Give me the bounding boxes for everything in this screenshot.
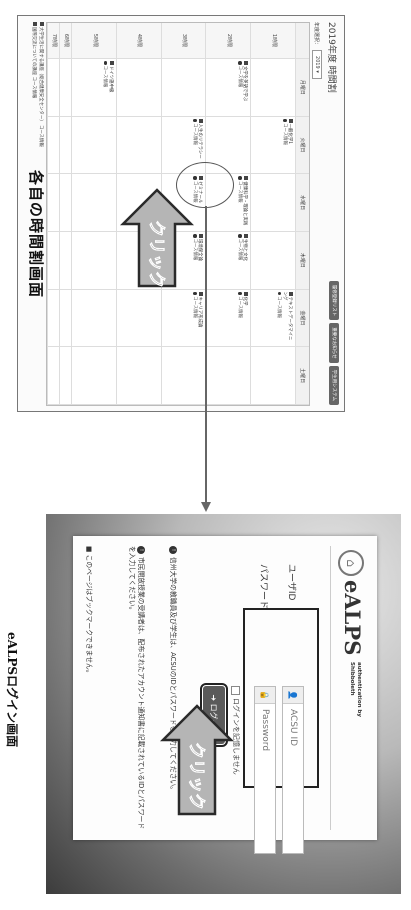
user-icon: 👤 xyxy=(283,687,303,704)
caption-login: eALPSログイン画面 xyxy=(5,632,19,748)
ealps-logo-icon: ⌂ xyxy=(338,550,364,576)
password-label: パスワード xyxy=(258,564,268,610)
ealps-logo-text: eALPS xyxy=(340,580,365,656)
figure-canvas: 2019年度 時間割 履修登録リスト 重要なお知らせ 学生用システム 年度選択：… xyxy=(0,0,411,910)
logo-subtitle: authentication by Shibboleth xyxy=(348,662,362,717)
check-box-icon[interactable] xyxy=(231,686,241,695)
bookmark-icon: ■ xyxy=(85,546,93,553)
password-placeholder: Password xyxy=(260,709,270,752)
notice-2-text: 市民開放授業の受講者は、配布されたアカウント通知書に記載されているIDとパスワー… xyxy=(128,546,145,830)
login-icon: ➜ xyxy=(209,694,219,704)
header-divider xyxy=(330,546,331,830)
notice-number-icon: ! xyxy=(137,546,145,554)
notice-public: !市民開放授業の受講者は、配布されたアカウント通知書に記載されているIDとパスワ… xyxy=(127,546,145,830)
user-id-placeholder: ACSU ID xyxy=(288,709,298,747)
connector-head xyxy=(201,502,211,512)
password-field[interactable]: 🔒 Password xyxy=(254,686,276,854)
logo-subtitle-1: authentication by xyxy=(356,662,362,717)
logo-subtitle-2: Shibboleth xyxy=(349,662,355,696)
user-id-label: ユーザID xyxy=(286,564,296,601)
bookmark-notice-text: このページはブックマークできません。 xyxy=(85,554,93,677)
notice-number-icon: ! xyxy=(169,546,177,554)
lock-icon: 🔒 xyxy=(255,687,275,704)
click-label-right: クリック xyxy=(186,742,206,810)
bookmark-notice: ■ このページはブックマークできません。 xyxy=(85,546,95,677)
user-id-field[interactable]: 👤 ACSU ID xyxy=(282,686,304,854)
click-arrow-right: クリック xyxy=(159,704,235,816)
caption-timetable: 各自の時間割画面 xyxy=(27,170,45,299)
